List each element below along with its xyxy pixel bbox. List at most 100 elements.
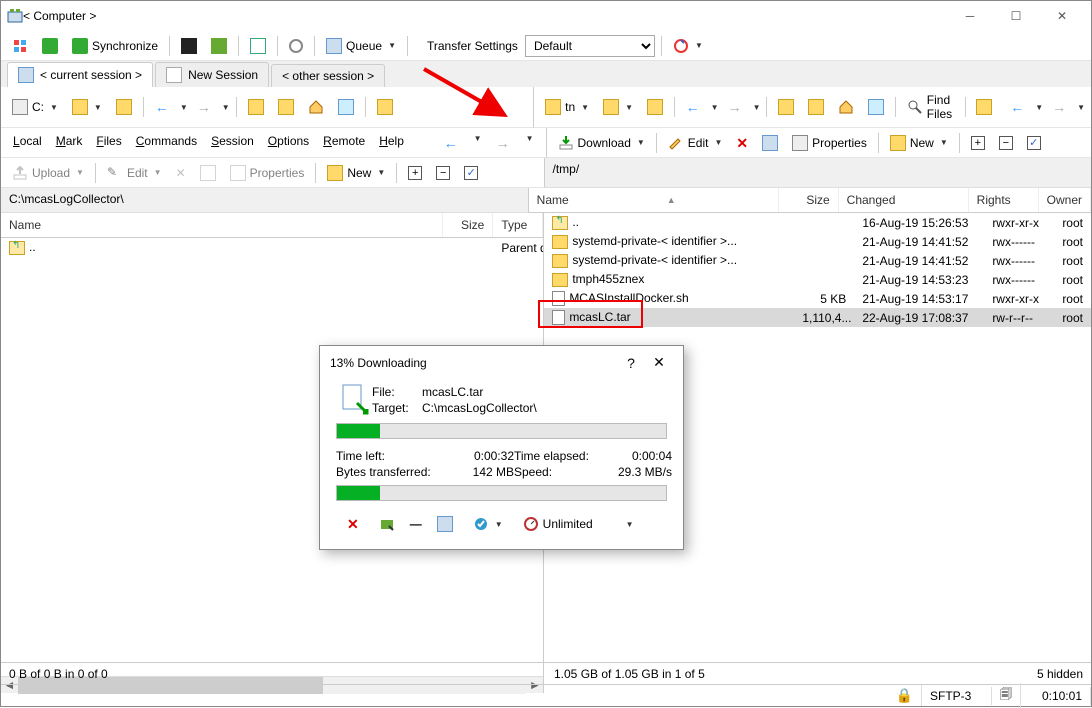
left-back[interactable]: ←	[150, 96, 174, 118]
right-bookmark[interactable]	[971, 96, 997, 118]
list-item[interactable]: mcasLC.tar1,110,4...22-Aug-19 17:08:37rw…	[544, 308, 1091, 327]
left-rename-button[interactable]	[195, 162, 221, 184]
toolbar-btn-2[interactable]	[37, 35, 63, 57]
left-home[interactable]	[303, 96, 329, 118]
left-root[interactable]	[243, 96, 269, 118]
copy-stats-button[interactable]	[432, 513, 458, 535]
menu-commands[interactable]: Commands	[130, 132, 203, 153]
col-changed[interactable]: Changed	[839, 188, 969, 212]
right-new-button[interactable]: New▼	[885, 132, 953, 154]
upload-button[interactable]: Upload▼	[7, 162, 89, 184]
left-delete-button[interactable]: ✕	[171, 163, 191, 183]
menu-files[interactable]: Files	[90, 132, 127, 153]
left-pathbar[interactable]: C:\mcasLogCollector\	[1, 188, 529, 213]
list-item[interactable]: MCASInstallDocker.sh5 KB21-Aug-19 14:53:…	[544, 289, 1091, 308]
left-collapse-button[interactable]: −	[431, 163, 455, 183]
left-properties-button[interactable]: Properties	[225, 162, 310, 184]
dialog-help-button[interactable]: ?	[617, 355, 645, 371]
maximize-button[interactable]: ☐	[993, 1, 1039, 31]
menu-mark[interactable]: Mark	[50, 132, 89, 153]
right-delete-button[interactable]: ✕	[731, 133, 753, 153]
right-forward[interactable]: →	[723, 96, 747, 118]
col-size[interactable]: Size	[779, 188, 839, 212]
right-home[interactable]	[833, 96, 859, 118]
log-icon[interactable]: 🗐	[1000, 687, 1012, 701]
dialog-titlebar[interactable]: 13% Downloading ? ✕	[320, 346, 683, 379]
left-tree[interactable]	[333, 96, 359, 118]
settings-button[interactable]	[284, 36, 308, 56]
right-pathbar[interactable]: /tmp/	[545, 158, 1092, 188]
menu-session[interactable]: Session	[205, 132, 260, 153]
nav-forward[interactable]: →	[1047, 96, 1071, 118]
left-open-folder[interactable]: ▼	[67, 96, 107, 118]
separator-dash: —	[410, 517, 422, 531]
left-edit-button[interactable]: ✎Edit▼	[102, 162, 167, 184]
find-files-button[interactable]: Find Files	[902, 90, 959, 124]
list-item[interactable]: systemd-private-< identifier >...21-Aug-…	[544, 251, 1091, 270]
col-owner[interactable]: Owner	[1039, 188, 1091, 212]
folder-icon	[545, 99, 561, 115]
right-refresh[interactable]	[803, 96, 829, 118]
expand-button[interactable]: +	[966, 133, 990, 153]
toolbar-btn-1[interactable]	[7, 35, 33, 57]
menu-options[interactable]: Options	[262, 132, 315, 153]
terminal-button[interactable]	[176, 35, 202, 57]
minimize-button[interactable]: ─	[947, 1, 993, 31]
tab-new-session[interactable]: New Session	[155, 62, 269, 87]
right-tree[interactable]	[863, 96, 889, 118]
cancel-transfer-button[interactable]: ✕	[342, 514, 364, 534]
left-refresh[interactable]	[273, 96, 299, 118]
menu-remote[interactable]: Remote	[317, 132, 371, 153]
dialog-close-button[interactable]: ✕	[645, 354, 673, 371]
right-rename-button[interactable]	[757, 132, 783, 154]
left-new-button[interactable]: New▼	[322, 162, 390, 184]
select-button[interactable]: ✓	[1022, 133, 1046, 153]
synchronize-button[interactable]: Synchronize	[67, 35, 163, 57]
left-history-back[interactable]: ←	[438, 132, 464, 153]
tab-new-label: New Session	[188, 68, 258, 82]
transfer-settings-combo[interactable]: Default	[525, 35, 655, 57]
right-properties-button[interactable]: Properties	[787, 132, 872, 154]
menu-help[interactable]: Help	[373, 132, 410, 153]
file-progress	[336, 423, 667, 439]
list-item[interactable]: tmph455znex21-Aug-19 14:53:23rwx------ro…	[544, 270, 1091, 289]
right-root[interactable]	[773, 96, 799, 118]
left-select-button[interactable]: ✓	[459, 163, 483, 183]
col-name-left[interactable]: Name	[1, 213, 443, 237]
minimize-transfer-button[interactable]	[374, 513, 400, 535]
menu-local[interactable]: Local	[7, 132, 48, 153]
collapse-button[interactable]: −	[994, 133, 1018, 153]
right-open-folder[interactable]: ▼	[598, 96, 638, 118]
col-rights[interactable]: Rights	[969, 188, 1039, 212]
left-forward[interactable]: →	[192, 96, 216, 118]
right-back[interactable]: ←	[681, 96, 705, 118]
time-elapsed-label: Time elapsed:	[514, 449, 604, 463]
left-drive-combo[interactable]: C:▼	[7, 96, 63, 118]
right-edit-button[interactable]: Edit▼	[663, 132, 728, 154]
transfer-once-button[interactable]: ▼	[468, 513, 508, 535]
left-expand-button[interactable]: +	[403, 163, 427, 183]
col-name[interactable]: Name▲	[529, 188, 779, 212]
speed-limit-button[interactable]: Unlimited	[518, 513, 598, 535]
chevron-down-icon[interactable]: ▼	[626, 520, 634, 529]
list-item[interactable]: ..Parent d	[1, 238, 543, 257]
left-bookmark[interactable]	[372, 96, 398, 118]
left-history-forward[interactable]: →	[490, 132, 516, 153]
col-size-left[interactable]: Size	[443, 213, 493, 237]
left-parent[interactable]	[111, 96, 137, 118]
col-type-left[interactable]: Type	[493, 213, 543, 237]
right-parent[interactable]	[642, 96, 668, 118]
tab-current-session[interactable]: < current session >	[7, 62, 153, 87]
close-button[interactable]: ✕	[1039, 1, 1085, 31]
transfer-settings-label: Transfer Settings	[424, 37, 521, 55]
tab-other-session[interactable]: < other session >	[271, 64, 385, 87]
reconnect-button[interactable]: ▼	[668, 35, 708, 57]
download-button[interactable]: Download▼	[553, 132, 650, 154]
nav-back[interactable]: ←	[1005, 96, 1029, 118]
refresh-button[interactable]	[245, 35, 271, 57]
right-drive-combo[interactable]: tn▼	[540, 96, 594, 118]
list-item[interactable]: systemd-private-< identifier >...21-Aug-…	[544, 232, 1091, 251]
list-item[interactable]: ..16-Aug-19 15:26:53rwxr-xr-xroot	[544, 213, 1091, 232]
queue-button[interactable]: Queue▼	[321, 35, 401, 57]
toggle-button[interactable]	[206, 35, 232, 57]
